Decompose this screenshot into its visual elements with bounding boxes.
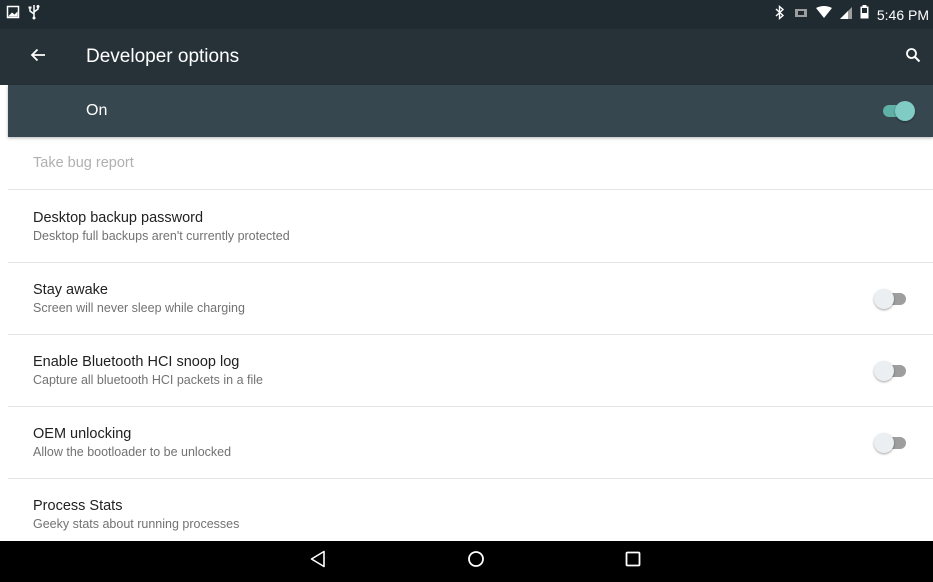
page-title: Developer options <box>86 46 240 67</box>
nav-home-button[interactable] <box>446 541 506 582</box>
setting-title: Take bug report <box>33 155 134 171</box>
setting-summary: Desktop full backups aren't currently pr… <box>33 228 290 243</box>
switch-thumb <box>895 101 915 121</box>
navigation-bar <box>0 541 933 582</box>
developer-options-switch[interactable] <box>881 101 915 121</box>
app-bar: Developer options <box>0 29 933 85</box>
setting-title: Enable Bluetooth HCI snoop log <box>33 354 240 370</box>
setting-summary: Allow the bootloader to be unlocked <box>33 445 232 459</box>
signal-icon <box>839 6 852 24</box>
setting-summary: Capture all bluetooth HCI packets in a f… <box>33 373 263 387</box>
setting-title: OEM unlocking <box>33 426 132 442</box>
nav-recents-button[interactable] <box>603 541 663 582</box>
setting-title: Process Stats <box>33 498 123 514</box>
switch-thumb <box>874 432 894 453</box>
setting-title: Stay awake <box>33 282 108 298</box>
take-bug-report-item[interactable]: Take bug report <box>8 137 933 190</box>
search-button[interactable] <box>893 29 933 85</box>
battery-icon <box>860 5 869 24</box>
desktop-backup-password-item[interactable]: Desktop backup password Desktop full bac… <box>8 190 933 263</box>
search-icon <box>905 47 921 68</box>
vibrate-icon <box>794 6 808 24</box>
status-bar: 5:46 PM <box>0 0 933 29</box>
image-notification-icon <box>6 5 20 24</box>
recents-square-icon <box>625 551 641 572</box>
master-switch-label: On <box>86 102 108 119</box>
switch-thumb <box>874 288 894 309</box>
setting-summary: Screen will never sleep while charging <box>33 301 245 315</box>
stay-awake-switch[interactable] <box>874 288 908 309</box>
status-time: 5:46 PM <box>876 6 929 23</box>
settings-list: Take bug report Desktop backup password … <box>8 137 933 551</box>
switch-thumb <box>874 360 894 381</box>
nav-back-button[interactable] <box>288 541 348 582</box>
setting-title: Desktop backup password <box>33 209 204 226</box>
bluetooth-hci-snoop-log-switch[interactable] <box>874 360 908 381</box>
wifi-icon <box>815 5 832 24</box>
arrow-back-icon <box>30 47 46 68</box>
stay-awake-item[interactable]: Stay awake Screen will never sleep while… <box>8 263 933 335</box>
oem-unlocking-item[interactable]: OEM unlocking Allow the bootloader to be… <box>8 407 933 479</box>
bluetooth-icon <box>774 4 786 25</box>
master-switch-bar[interactable]: On <box>8 85 933 137</box>
setting-summary: Geeky stats about running processes <box>33 517 240 531</box>
bluetooth-hci-snoop-log-item[interactable]: Enable Bluetooth HCI snoop log Capture a… <box>8 335 933 407</box>
usb-icon <box>28 4 40 25</box>
back-triangle-icon <box>310 550 326 573</box>
oem-unlocking-switch[interactable] <box>874 432 908 453</box>
home-circle-icon <box>467 550 485 573</box>
navigate-up-button[interactable] <box>10 29 66 85</box>
